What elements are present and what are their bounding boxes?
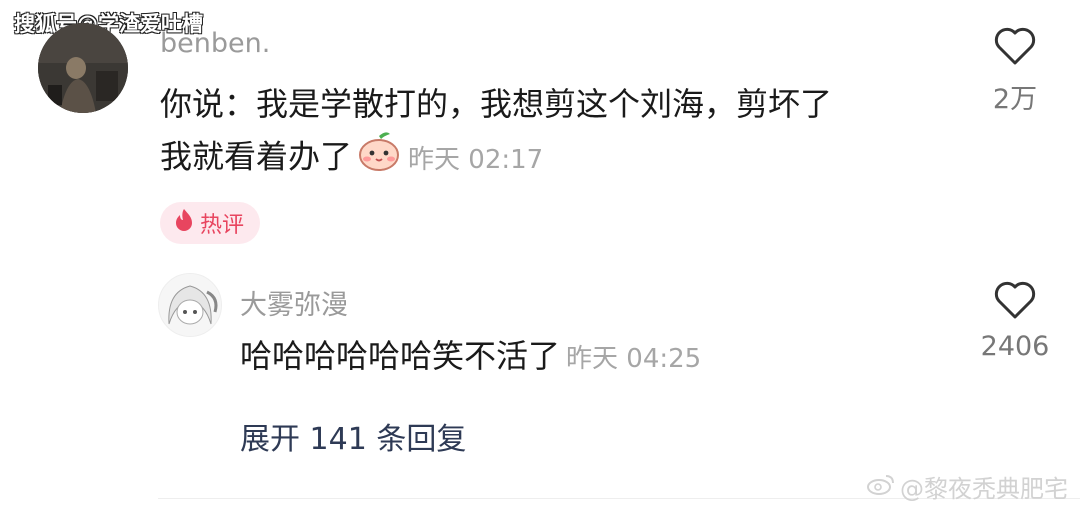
- heart-icon[interactable]: [993, 280, 1037, 327]
- flame-icon: [174, 208, 194, 238]
- watermark-bottom-text: @黎夜秃典肥宅: [900, 475, 1068, 503]
- reply-body: 哈哈哈哈哈哈笑不活了 昨天 04:25: [240, 330, 701, 385]
- hot-comment-badge: 热评: [160, 202, 261, 244]
- reply-username[interactable]: 大雾弥漫: [240, 283, 348, 322]
- comment-like-count: 2万: [992, 84, 1038, 115]
- reply-text: 哈哈哈哈哈哈笑不活了: [240, 337, 561, 375]
- hot-badge-label: 热评: [200, 213, 245, 238]
- comment-text-line-1: 你说：我是学散打的，我想剪这个刘海，剪坏了: [160, 85, 833, 123]
- avatar[interactable]: [38, 23, 128, 113]
- comment-username[interactable]: benben.: [160, 28, 270, 59]
- reply-like-count: 2406: [980, 331, 1050, 362]
- weibo-icon: [866, 472, 896, 502]
- anime-girl-avatar: [159, 274, 221, 336]
- comment-text-line-2: 我就看着办了: [160, 137, 353, 176]
- watermark-bottom: @黎夜秃典肥宅: [866, 469, 1068, 504]
- comment-body: 你说：我是学散打的，我想剪这个刘海，剪坏了 我就看着办了 昨天 02:17: [160, 78, 940, 187]
- reply-avatar[interactable]: [158, 273, 222, 337]
- comment-time: 昨天 02:17: [408, 144, 544, 175]
- reply-like[interactable]: 2406: [965, 280, 1065, 362]
- peach-face-emoji-icon: [356, 130, 402, 187]
- avatar-photo: [38, 23, 128, 113]
- expand-replies-link[interactable]: 展开 141 条回复: [240, 414, 466, 458]
- heart-icon[interactable]: [993, 26, 1037, 73]
- reply-time: 昨天 04:25: [566, 344, 702, 374]
- comment-like[interactable]: 2万: [965, 26, 1065, 116]
- comment-text-line-2-row: 我就看着办了 昨天 02:17: [160, 130, 940, 187]
